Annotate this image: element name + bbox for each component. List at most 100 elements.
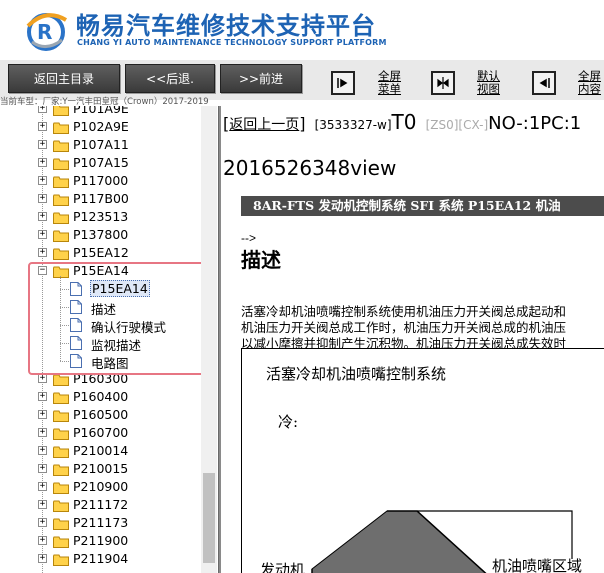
tree-folder-item[interactable]: + P15EA12 (0, 244, 200, 262)
tree-folder-label: P107A11 (73, 137, 129, 152)
expand-plus-icon[interactable]: + (38, 428, 47, 437)
expand-plus-icon[interactable]: + (38, 106, 47, 113)
tree-folder-item[interactable]: + P117B00 (0, 190, 200, 208)
tree-folder-item[interactable]: + P210015 (0, 460, 200, 478)
fullscreen-menu-icon[interactable] (331, 71, 355, 95)
tree-folder-item[interactable]: + P210014 (0, 442, 200, 460)
back-to-previous-link[interactable]: 返回上一页 (229, 117, 299, 133)
default-view-link[interactable]: 默认视图 (477, 70, 507, 96)
expand-plus-icon[interactable]: + (38, 140, 47, 149)
document-icon (70, 336, 82, 350)
tree-scrollbar[interactable] (201, 106, 217, 573)
svg-text:R: R (37, 20, 52, 44)
tree-guide-line (60, 361, 69, 362)
tree-document-item[interactable]: 确认行驶模式 (0, 316, 200, 335)
tree-folder-item[interactable]: + P211904 (0, 550, 200, 568)
tree-folder-label: P211900 (73, 533, 129, 548)
tree-guide-line (60, 276, 61, 361)
folder-icon (53, 373, 69, 386)
expand-plus-icon[interactable]: + (38, 464, 47, 473)
tree-guide-line (60, 343, 69, 344)
folder-icon (53, 211, 69, 224)
tree-folder-item[interactable]: + P211900 (0, 532, 200, 550)
expand-plus-icon[interactable]: + (38, 536, 47, 545)
fullscreen-content-icon[interactable] (532, 71, 556, 95)
folder-icon (53, 265, 69, 278)
scrollbar-thumb[interactable] (203, 473, 215, 563)
folder-icon (53, 157, 69, 170)
expand-plus-icon[interactable]: + (38, 158, 47, 167)
tree-guide-line (60, 325, 69, 326)
tree-folder-label: P137800 (73, 227, 129, 242)
folder-icon (53, 445, 69, 458)
expand-plus-icon[interactable]: + (38, 176, 47, 185)
bracket-close: ] (299, 114, 306, 133)
tree-folder-label: P210014 (73, 443, 129, 458)
tree-folder-label: P210900 (73, 479, 129, 494)
forward-button[interactable]: >>前进 (220, 64, 302, 93)
tree-folder-item[interactable]: + P101A9E (0, 106, 200, 118)
tree-guide-line (60, 307, 69, 308)
brand-logo-icon: R (26, 13, 68, 51)
expand-plus-icon[interactable]: + (38, 554, 47, 563)
tree-folder-item[interactable]: + P107A15 (0, 154, 200, 172)
content-panel: [返回上一页] [3533327-w]T0 [ZS0][CX-]NO-:1PC:… (221, 106, 604, 573)
expand-plus-icon[interactable]: + (38, 500, 47, 509)
arrow-marker: --> (241, 231, 256, 245)
folder-icon (53, 427, 69, 440)
collapse-minus-icon[interactable]: − (38, 266, 47, 275)
tree-folder-label: P211172 (73, 497, 129, 512)
tree-document-item[interactable]: 电路图 (0, 352, 200, 371)
section-heading: 描述 (241, 248, 281, 272)
folder-icon (53, 481, 69, 494)
tree-folder-item[interactable]: + P210900 (0, 478, 200, 496)
tree-folder-item[interactable]: + P160400 (0, 388, 200, 406)
tree-folder-item[interactable]: + P160500 (0, 406, 200, 424)
tree-folder-item[interactable]: + P117000 (0, 172, 200, 190)
folder-icon (53, 121, 69, 134)
tree-folder-label: P160400 (73, 389, 129, 404)
content-nav: [返回上一页] [3533327-w]T0 [ZS0][CX-]NO-:1PC:… (223, 110, 581, 134)
view-id: 2016526348view (223, 156, 397, 180)
expand-plus-icon[interactable]: + (38, 374, 47, 383)
folder-icon (53, 463, 69, 476)
expand-plus-icon[interactable]: + (38, 392, 47, 401)
tree-folder-item[interactable]: + P123513 (0, 208, 200, 226)
document-icon (70, 318, 82, 332)
expand-plus-icon[interactable]: + (38, 518, 47, 527)
app-header: R 畅易汽车维修技术支持平台 CHANG YI AUTO MAINTENANCE… (0, 0, 604, 60)
tree-document-item[interactable]: 描述 (0, 298, 200, 317)
tree-folder-item[interactable]: + P211172 (0, 496, 200, 514)
expand-plus-icon[interactable]: + (38, 482, 47, 491)
expand-plus-icon[interactable]: + (38, 212, 47, 221)
folder-icon (53, 535, 69, 548)
document-title-bar: 8AR-FTS 发动机控制系统 SFI 系统 P15EA12 机油 (241, 196, 604, 216)
expand-plus-icon[interactable]: + (38, 248, 47, 257)
expand-plus-icon[interactable]: + (38, 122, 47, 131)
default-view-icon[interactable] (431, 71, 455, 95)
tree-folder-item[interactable]: + P107A11 (0, 136, 200, 154)
tree-folder-item[interactable]: + P160300 (0, 370, 200, 388)
expand-plus-icon[interactable]: + (38, 230, 47, 239)
expand-plus-icon[interactable]: + (38, 410, 47, 419)
document-icon (70, 300, 82, 314)
tree-folder-label: P211904 (73, 551, 129, 566)
tree-folder-item[interactable]: + P211173 (0, 514, 200, 532)
tree-document-item[interactable]: P15EA14 (0, 280, 200, 298)
expand-plus-icon[interactable]: + (38, 446, 47, 455)
tree-folder-label: P160700 (73, 425, 129, 440)
fullscreen-menu-link[interactable]: 全屏菜单 (378, 70, 408, 96)
back-button[interactable]: <<后退. (125, 64, 215, 93)
tree-folder-label: P160300 (73, 371, 129, 386)
diagram-engine-label: 发动机 (260, 561, 306, 573)
folder-icon (53, 391, 69, 404)
fullscreen-content-link[interactable]: 全屏内容 (578, 70, 604, 96)
expand-plus-icon[interactable]: + (38, 194, 47, 203)
tree-document-item[interactable]: 监视描述 (0, 334, 200, 353)
home-button[interactable]: 返回主目录 (8, 64, 120, 93)
tree-folder-item[interactable]: + P102A9E (0, 118, 200, 136)
tree-folder-item[interactable]: + P137800 (0, 226, 200, 244)
tree-folder-item[interactable]: + P160700 (0, 424, 200, 442)
diagram-zone-label: 机油喷嘴区域 (492, 557, 583, 573)
tree-folder-item[interactable]: − P15EA14 (0, 262, 200, 280)
